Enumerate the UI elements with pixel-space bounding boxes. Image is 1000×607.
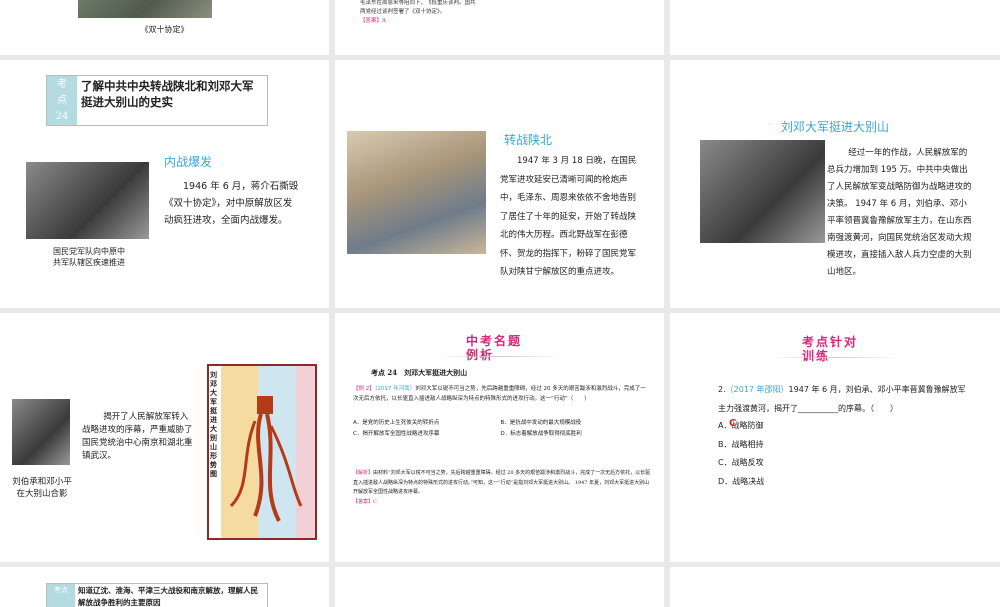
slide-thumbnail-2[interactable]: 毛泽东在周恩来等陪同下，飞抵重庆谈判。国共 两党经过谈判签署了《双十协定》。 【答… <box>335 0 664 55</box>
header-title-2: 训练 <box>802 349 831 363</box>
campaign-map: 刘邓大军挺进大别山形势图 <box>207 364 317 540</box>
section-heading: 刘邓大军挺进大别山 <box>780 120 889 134</box>
slide-thumbnail-11[interactable] <box>335 567 664 607</box>
option-b: B．是抗战中发动的最大规模战役 <box>500 420 582 426</box>
answer: 【答案】A <box>360 18 386 24</box>
answer: 【答案】C <box>353 498 377 505</box>
map-area <box>221 366 315 538</box>
topic-label: 考点 24 刘邓大军挺进大别山 <box>371 368 468 377</box>
option-c: C．揭开解放军全国性战略进攻序幕 <box>353 431 440 437</box>
option-a: A．是党的历史上生死攸关的转折点 <box>353 420 440 426</box>
explanation-text: 毛泽东在周恩来等陪同下，飞抵重庆谈判。国共 两党经过谈判签署了《双十协定》。 【答… <box>360 0 476 24</box>
header-title-1: 中考名题 <box>466 334 523 348</box>
slide-thumbnail-9[interactable]: 考点针对 训练 2.（2017 年邵阳）1947 年 6 月，刘伯承、邓小平率晋… <box>670 313 1000 562</box>
photo-crossing-river <box>700 140 825 243</box>
slide-thumbnail-8[interactable]: 中考名题 例析 考点 24 刘邓大军挺进大别山 【例 2】（2017 年河南）刘… <box>335 313 664 562</box>
practice-question: 2.（2017 年邵阳）1947 年 6 月，刘伯承、邓小平率晋冀鲁豫解放军主力… <box>718 385 966 413</box>
topic-box: 考点 知道辽沈、淮海、平津三大战役和南京解放，理解人民解放战争胜利的主要原因 <box>46 583 268 607</box>
slide-thumbnail-5[interactable]: 转战陕北 1947 年 3 月 18 日晚，在国民党军进攻延安已清晰可闻的枪炮声… <box>335 60 664 308</box>
photo-mao-northern-shaanxi <box>347 131 486 254</box>
option-d: D．战略决战 <box>718 476 765 486</box>
slide-thumbnail-1[interactable]: 《双十协定》 <box>0 0 329 55</box>
analysis-text: 【解析】由材料“刘邓大军以锐不可当之势，先后跨越重重障碍，经过 20 多天的艰苦… <box>353 469 651 507</box>
topic-title: 知道辽沈、淮海、平津三大战役和南京解放，理解人民解放战争胜利的主要原因 <box>78 586 258 607</box>
option-d: D．标志着解放战争取得彻底胜利 <box>500 431 582 437</box>
topic-tag: 考点 24 <box>47 76 77 125</box>
slide-thumbnail-7[interactable]: 刘伯承和邓小平在大别山合影 揭开了人民解放军转入战略进攻的序幕，严重威胁了国民党… <box>0 313 329 562</box>
answer-mark: C <box>729 418 737 429</box>
body-text: 揭开了人民解放军转入战略进攻的序幕，严重威胁了国民党统治中心南京和湖北重镇武汉。 <box>82 412 193 461</box>
photo-army-advance <box>26 162 149 239</box>
option-a: A．战略防御 C <box>718 417 764 436</box>
header-title-2: 例析 <box>466 348 495 362</box>
arrow-icon <box>229 396 303 522</box>
header-title-1: 考点针对 <box>802 335 859 349</box>
options-list: A．是党的历史上生死攸关的转折点 B．是抗战中发动的最大规模战役 C．揭开解放军… <box>353 418 648 440</box>
photo-caption: 刘伯承和邓小平在大别山合影 <box>12 477 72 499</box>
section-heading: 内战爆发 <box>164 155 213 169</box>
slide-thumbnail-4[interactable]: 考点 24 了解中共中央转战陕北和刘邓大军挺进大别山的史实 国民党军队向中原中共军… <box>0 60 329 308</box>
option-c: C．战略反攻 <box>718 458 764 467</box>
body-text: 经过一年的作战，人民解放军的总兵力增加到 195 万。中共中央做出了人民解放军变… <box>827 148 972 277</box>
divider <box>770 357 900 358</box>
photo-caption: 国民党军队向中原中共军队辖区疾速推进 <box>53 247 125 267</box>
section-heading: 转战陕北 <box>504 133 553 147</box>
body-text: 1947 年 3 月 18 日晚，在国民党军进攻延安已清晰可闻的枪炮声中，毛泽东… <box>500 156 637 277</box>
topic-title: 了解中共中央转战陕北和刘邓大军挺进大别山的史实 <box>81 79 254 109</box>
photo-shuangshi-agreement <box>78 0 212 18</box>
map-title: 刘邓大军挺进大别山形势图 <box>210 370 217 478</box>
divider <box>435 356 565 357</box>
topic-box: 考点 24 了解中共中央转战陕北和刘邓大军挺进大别山的史实 <box>46 75 268 126</box>
options-list: A．战略防御 C B．战略相持 C．战略反攻 D．战略决战 <box>718 417 764 491</box>
slide-thumbnail-3[interactable] <box>670 0 1000 55</box>
topic-tag: 考点 <box>47 584 75 607</box>
body-text: 1946 年 6 月，蒋介石撕毁《双十协定》，对中原解放区发动疯狂进攻，全面内战… <box>164 181 299 226</box>
example-question: 【例 2】（2017 年河南）刘邓大军以锐不可当之势，先后跨越重重障碍，经过 2… <box>353 386 646 402</box>
slide-thumbnail-12[interactable] <box>670 567 1000 607</box>
photo-liu-deng <box>12 399 70 465</box>
option-b: B．战略相持 <box>718 439 764 449</box>
caption: 《双十协定》 <box>140 25 189 34</box>
slide-thumbnail-10[interactable]: 考点 知道辽沈、淮海、平津三大战役和南京解放，理解人民解放战争胜利的主要原因 <box>0 567 329 607</box>
slide-thumbnail-6[interactable]: 刘邓大军挺进大别山 经过一年的作战，人民解放军的总兵力增加到 195 万。中共中… <box>670 60 1000 308</box>
